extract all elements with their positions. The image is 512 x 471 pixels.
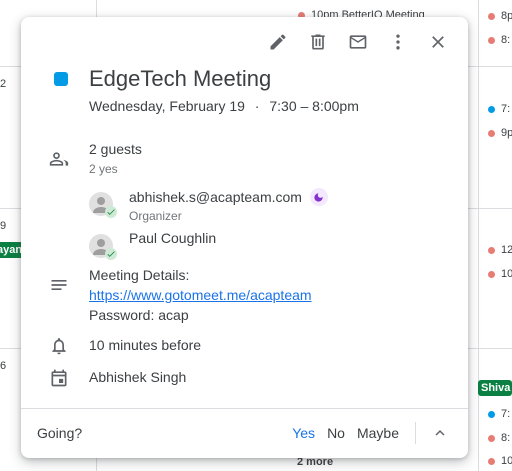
more-vert-icon — [396, 34, 400, 50]
popup-toolbar — [262, 30, 454, 54]
day-number: 6 — [0, 360, 7, 372]
calendar-icon — [49, 368, 69, 388]
guest-name: Paul Coughlin — [129, 230, 217, 246]
calendar-event[interactable]: 7: — [488, 103, 510, 115]
description-password: Password: acap — [89, 307, 189, 323]
rsvp-maybe-button[interactable]: Maybe — [351, 417, 405, 449]
event-date: Wednesday, February 19 — [89, 98, 245, 114]
event-details-popup: EdgeTech Meeting Wednesday, February 19 … — [21, 17, 468, 458]
description-icon — [49, 275, 69, 295]
calendar-event[interactable]: 10 — [488, 268, 512, 280]
event-label: 8: — [501, 34, 511, 46]
event-dot — [488, 36, 495, 44]
event-dot — [488, 105, 495, 113]
calendar-event[interactable]: 7: — [488, 408, 510, 420]
event-dot — [488, 434, 495, 442]
accepted-check-icon — [105, 248, 117, 260]
calendar-color-swatch — [54, 72, 68, 86]
guests-icon — [49, 149, 69, 169]
guest-role: Organizer — [129, 209, 182, 223]
event-dot — [488, 410, 495, 418]
going-label: Going? — [37, 425, 83, 441]
calendar-owner: Abhishek Singh — [89, 369, 187, 385]
grid-line — [478, 0, 479, 471]
reminder-text: 10 minutes before — [89, 337, 202, 353]
event-datetime: Wednesday, February 19 · 7:30 – 8:00pm — [89, 98, 359, 114]
description-text: Meeting Details: — [89, 267, 190, 283]
guests-summary: 2 yes — [89, 162, 118, 176]
guests-count[interactable]: 2 guests — [89, 141, 142, 157]
rsvp-no-button[interactable]: No — [321, 417, 351, 449]
datetime-separator: · — [254, 98, 260, 114]
event-label: 8: — [501, 432, 511, 444]
chevron-up-icon — [435, 430, 445, 436]
accepted-check-icon — [105, 206, 117, 218]
event-label: 7: — [501, 408, 511, 420]
day-number: 9 — [0, 220, 7, 232]
event-label: 7: — [501, 103, 511, 115]
event-label: 10 — [501, 268, 512, 280]
event-dot — [488, 12, 495, 20]
guest-row[interactable]: abhishek.s@acapteam.com Organizer — [89, 188, 328, 223]
avatar — [89, 192, 117, 218]
event-dot — [488, 457, 495, 465]
delete-icon — [311, 34, 325, 50]
more-options-button[interactable] — [382, 30, 414, 54]
edit-icon — [270, 34, 286, 50]
edit-button[interactable] — [262, 30, 294, 54]
email-icon — [349, 35, 367, 49]
avatar — [89, 234, 117, 260]
event-chip[interactable]: Shiva — [478, 380, 512, 396]
close-button[interactable] — [422, 30, 454, 54]
calendar-event[interactable]: 8p — [488, 10, 512, 22]
calendar-event[interactable]: 8: — [488, 432, 510, 444]
calendar-event[interactable]: 12 — [488, 244, 512, 256]
day-number: 2 — [0, 78, 7, 90]
event-title: EdgeTech Meeting — [89, 66, 272, 91]
meeting-link[interactable]: https://www.gotomeet.me/acapteam — [89, 287, 312, 303]
guest-name: abhishek.s@acapteam.com — [129, 189, 302, 205]
rsvp-yes-button[interactable]: Yes — [286, 417, 321, 449]
rsvp-footer: Going? Yes No Maybe — [21, 408, 468, 458]
bell-icon — [49, 336, 69, 356]
delete-button[interactable] — [302, 30, 334, 54]
close-icon — [432, 36, 444, 48]
event-description: Meeting Details: https://www.gotomeet.me… — [89, 265, 312, 325]
event-time: 7:30 – 8:00pm — [269, 98, 359, 114]
divider — [415, 422, 416, 444]
event-label: 10 — [501, 455, 512, 467]
calendar-event[interactable]: 9p — [488, 127, 512, 139]
out-of-office-moon-icon — [309, 188, 328, 206]
event-label: 12 — [501, 244, 512, 256]
event-dot — [488, 246, 495, 254]
guest-row[interactable]: Paul Coughlin — [89, 230, 217, 260]
calendar-event[interactable]: 8: — [488, 34, 510, 46]
email-guests-button[interactable] — [342, 30, 374, 54]
expand-rsvp-button[interactable] — [426, 419, 454, 447]
event-dot — [488, 270, 495, 278]
calendar-event[interactable]: 10 — [488, 455, 512, 467]
event-label: 8p — [501, 10, 512, 22]
event-label: 9p — [501, 127, 512, 139]
rsvp-options: Yes No Maybe — [286, 417, 454, 449]
event-dot — [488, 129, 495, 137]
